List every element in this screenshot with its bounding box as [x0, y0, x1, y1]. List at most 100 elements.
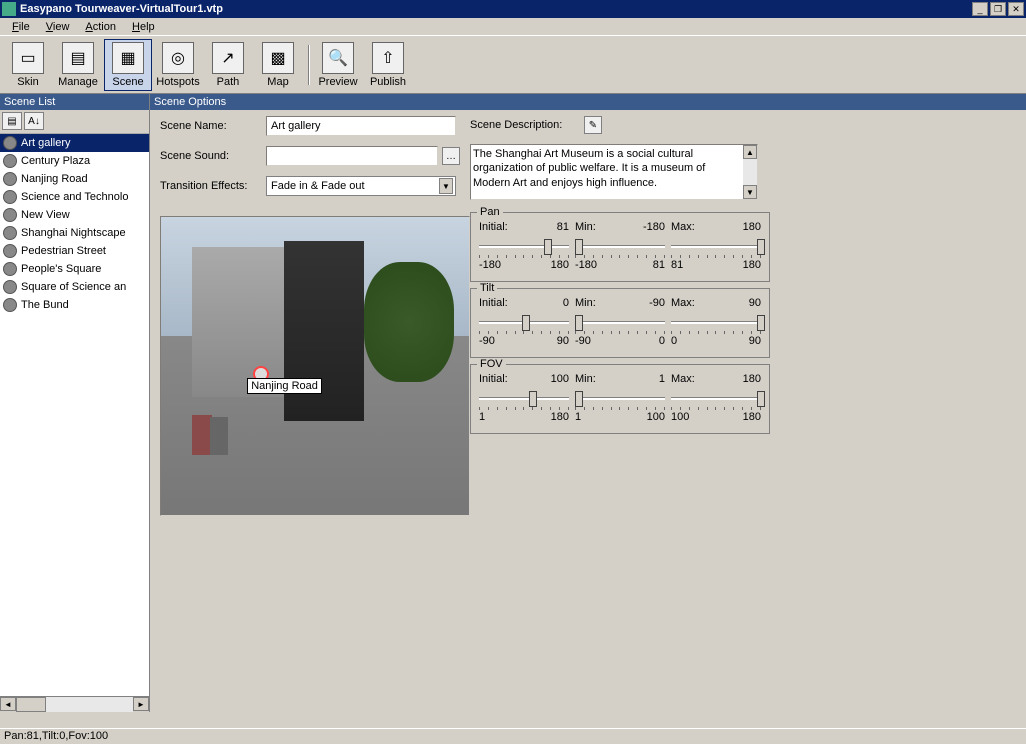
fov-max-value: 180 [743, 373, 761, 385]
scene-item[interactable]: Century Plaza [0, 152, 149, 170]
scene-item[interactable]: People's Square [0, 260, 149, 278]
scene-icon [3, 298, 17, 312]
minimize-button[interactable]: _ [972, 2, 988, 16]
browse-sound-button[interactable]: … [442, 147, 460, 165]
scene-item-label: The Bund [21, 299, 69, 311]
scene-icon [3, 244, 17, 258]
tilt-max-slider[interactable] [671, 313, 761, 333]
fov-max-label: Max: [671, 373, 695, 385]
fov-max-slider[interactable] [671, 389, 761, 409]
scene-preview[interactable]: Nanjing Road [160, 216, 470, 516]
transition-select[interactable]: Fade in & Fade out ▼ [266, 176, 456, 196]
tilt-min-value: -90 [649, 297, 665, 309]
scene-item[interactable]: Art gallery [0, 134, 149, 152]
scene-desc-box[interactable]: The Shanghai Art Museum is a social cult… [470, 144, 758, 200]
scroll-up-button[interactable]: ▲ [743, 145, 757, 159]
pan-min-slider[interactable] [575, 237, 665, 257]
slider-thumb[interactable] [757, 239, 765, 255]
slider-thumb[interactable] [544, 239, 552, 255]
pan-max-label: Max: [671, 221, 695, 233]
toolbar-label: Skin [17, 76, 38, 88]
menu-action[interactable]: Action [77, 19, 124, 35]
fov-initial-slider[interactable] [479, 389, 569, 409]
scroll-down-button[interactable]: ▼ [743, 185, 757, 199]
slider-thumb[interactable] [522, 315, 530, 331]
tilt-min-slider[interactable] [575, 313, 665, 333]
scene-item-label: Century Plaza [21, 155, 90, 167]
pan-max-slider[interactable] [671, 237, 761, 257]
tilt-min-label: Min: [575, 297, 596, 309]
toolbar-label: Path [217, 76, 240, 88]
slider-thumb[interactable] [575, 391, 583, 407]
toolbar-scene[interactable]: ▦Scene [104, 39, 152, 91]
scene-list[interactable]: Art gallery Century Plaza Nanjing Road Scie… [0, 134, 149, 696]
close-button[interactable]: ✕ [1008, 2, 1024, 16]
scene-item[interactable]: Shanghai Nightscape [0, 224, 149, 242]
fov-group: FOV Initial:100 1180 Min:1 1100 Max:180 … [470, 364, 770, 434]
toolbar-path[interactable]: ↗Path [204, 39, 252, 91]
pan-group: Pan Initial:81 -180180 Min:-180 -18081 M… [470, 212, 770, 282]
map-icon: ▩ [262, 42, 294, 74]
toolbar-label: Publish [370, 76, 406, 88]
slider-thumb[interactable] [757, 315, 765, 331]
pan-initial-label: Initial: [479, 221, 508, 233]
toolbar-map[interactable]: ▩ Map [254, 39, 302, 91]
scene-list-panel: Scene List ▤ A↓ Art galleryCentury Plaza… [0, 94, 150, 712]
scene-item-label: Shanghai Nightscape [21, 227, 126, 239]
toolbar-skin[interactable]: ▭ Skin [4, 39, 52, 91]
scene-item[interactable]: Pedestrian Street [0, 242, 149, 260]
scene-sound-label: Scene Sound: [160, 150, 266, 162]
toolbar-publish[interactable]: ⇧Publish [364, 39, 412, 91]
toolbar-preview[interactable]: 🔍Preview [314, 39, 362, 91]
skin-icon: ▭ [12, 42, 44, 74]
tilt-initial-value: 0 [563, 297, 569, 309]
scroll-right-button[interactable]: ► [133, 697, 149, 711]
toolbar-manage[interactable]: ▤Manage [54, 39, 102, 91]
fov-min-label: Min: [575, 373, 596, 385]
fov-title: FOV [477, 358, 506, 370]
scene-desc-text: The Shanghai Art Museum is a social cult… [473, 147, 755, 197]
scene-desc-label: Scene Description: [470, 119, 580, 131]
scene-name-input[interactable] [266, 116, 456, 136]
scene-item-label: Art gallery [21, 137, 71, 149]
edit-desc-button[interactable]: ✎ [584, 116, 602, 134]
fov-min-value: 1 [659, 373, 665, 385]
scene-item-label: Nanjing Road [21, 173, 88, 185]
scene-item-label: Pedestrian Street [21, 245, 106, 257]
menu-view[interactable]: View [38, 19, 78, 35]
tilt-group: Tilt Initial:0 -9090 Min:-90 -900 Max:90… [470, 288, 770, 358]
scene-list-hscroll[interactable]: ◄ ► [0, 696, 149, 712]
scene-icon [3, 226, 17, 240]
scene-item[interactable]: Science and Technolo [0, 188, 149, 206]
menu-help[interactable]: Help [124, 19, 163, 35]
scroll-thumb[interactable] [16, 697, 46, 712]
scene-icon [3, 208, 17, 222]
pan-min-label: Min: [575, 221, 596, 233]
scene-icon [3, 136, 17, 150]
pan-initial-slider[interactable] [479, 237, 569, 257]
tilt-initial-label: Initial: [479, 297, 508, 309]
slider-thumb[interactable] [575, 239, 583, 255]
fov-initial-label: Initial: [479, 373, 508, 385]
scroll-left-button[interactable]: ◄ [0, 697, 16, 711]
fov-min-slider[interactable] [575, 389, 665, 409]
scene-sound-input[interactable] [266, 146, 438, 166]
sort-button[interactable]: A↓ [24, 112, 44, 130]
maximize-button[interactable]: ❐ [990, 2, 1006, 16]
scene-icon [3, 172, 17, 186]
slider-thumb[interactable] [575, 315, 583, 331]
scene-item[interactable]: The Bund [0, 296, 149, 314]
desc-scrollbar[interactable]: ▲ ▼ [743, 145, 757, 199]
list-view-button[interactable]: ▤ [2, 112, 22, 130]
menu-file[interactable]: File [4, 19, 38, 35]
toolbar-label: Map [267, 76, 288, 88]
scene-item[interactable]: Square of Science an [0, 278, 149, 296]
scene-item[interactable]: Nanjing Road [0, 170, 149, 188]
slider-thumb[interactable] [529, 391, 537, 407]
tilt-initial-slider[interactable] [479, 313, 569, 333]
scene-item[interactable]: New View [0, 206, 149, 224]
toolbar: ▭ Skin ▤Manage▦Scene◎Hotspots↗Path ▩ Map 🔍Pre… [0, 36, 1026, 94]
pan-initial-value: 81 [557, 221, 569, 233]
toolbar-hotspots[interactable]: ◎Hotspots [154, 39, 202, 91]
slider-thumb[interactable] [757, 391, 765, 407]
